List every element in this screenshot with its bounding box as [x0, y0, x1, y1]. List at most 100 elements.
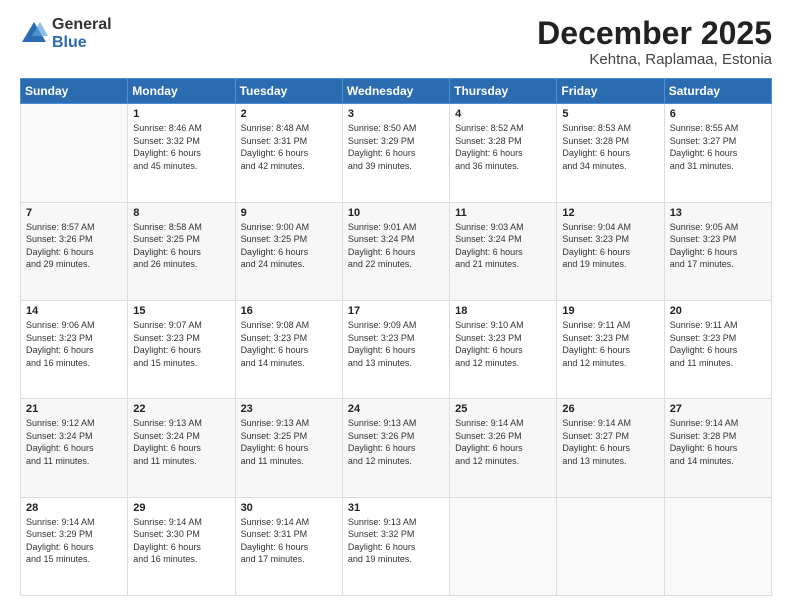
day-info: Sunrise: 8:58 AM Sunset: 3:25 PM Dayligh… [133, 221, 229, 271]
day-cell: 8 Sunrise: 8:58 AM Sunset: 3:25 PM Daylig… [128, 202, 235, 300]
week-row-1: 1Sunrise: 8:46 AM Sunset: 3:32 PM Daylig… [21, 104, 772, 202]
day-number: 8 [133, 207, 229, 219]
col-header-wednesday: Wednesday [342, 79, 449, 104]
day-info: Sunrise: 9:06 AM Sunset: 3:23 PM Dayligh… [26, 319, 122, 369]
day-info: Sunrise: 9:01 AM Sunset: 3:24 PM Dayligh… [348, 221, 444, 271]
day-info: Sunrise: 9:10 AM Sunset: 3:23 PM Dayligh… [455, 319, 551, 369]
day-number: 2 [241, 108, 337, 120]
day-cell: 21 Sunrise: 9:12 AM Sunset: 3:24 PM Dayli… [21, 399, 128, 497]
day-cell: 25 Sunrise: 9:14 AM Sunset: 3:26 PM Dayli… [450, 399, 557, 497]
day-cell: 13Sunrise: 9:05 AM Sunset: 3:23 PM Dayli… [664, 202, 771, 300]
week-row-3: 14 Sunrise: 9:06 AM Sunset: 3:23 PM Dayli… [21, 300, 772, 398]
day-cell [557, 497, 664, 595]
day-number: 26 [562, 403, 658, 415]
day-info: Sunrise: 8:52 AM Sunset: 3:28 PM Dayligh… [455, 122, 551, 172]
day-info: Sunrise: 8:50 AM Sunset: 3:29 PM Dayligh… [348, 122, 444, 172]
day-cell: 11Sunrise: 9:03 AM Sunset: 3:24 PM Dayli… [450, 202, 557, 300]
day-number: 10 [348, 207, 444, 219]
subtitle: Kehtna, Raplamaa, Estonia [537, 51, 772, 68]
day-number: 16 [241, 305, 337, 317]
day-number: 4 [455, 108, 551, 120]
day-cell: 17 Sunrise: 9:09 AM Sunset: 3:23 PM Dayli… [342, 300, 449, 398]
calendar-body: 1Sunrise: 8:46 AM Sunset: 3:32 PM Daylig… [21, 104, 772, 596]
day-info: Sunrise: 9:00 AM Sunset: 3:25 PM Dayligh… [241, 221, 337, 271]
day-cell [664, 497, 771, 595]
logo: General Blue [20, 16, 112, 51]
day-cell: 16 Sunrise: 9:08 AM Sunset: 3:23 PM Dayli… [235, 300, 342, 398]
day-info: Sunrise: 9:13 AM Sunset: 3:26 PM Dayligh… [348, 417, 444, 467]
header: General Blue December 2025 Kehtna, Rapla… [20, 16, 772, 68]
day-number: 28 [26, 502, 122, 514]
day-number: 9 [241, 207, 337, 219]
day-cell: 31 Sunrise: 9:13 AM Sunset: 3:32 PM Dayli… [342, 497, 449, 595]
day-number: 5 [562, 108, 658, 120]
day-info: Sunrise: 9:11 AM Sunset: 3:23 PM Dayligh… [670, 319, 766, 369]
day-cell [450, 497, 557, 595]
logo-text: General Blue [52, 16, 112, 51]
logo-general: General [52, 16, 112, 34]
week-row-5: 28 Sunrise: 9:14 AM Sunset: 3:29 PM Dayli… [21, 497, 772, 595]
day-info: Sunrise: 9:08 AM Sunset: 3:23 PM Dayligh… [241, 319, 337, 369]
logo-blue: Blue [52, 34, 112, 52]
day-cell: 2 Sunrise: 8:48 AM Sunset: 3:31 PM Daylig… [235, 104, 342, 202]
day-cell: 5Sunrise: 8:53 AM Sunset: 3:28 PM Daylig… [557, 104, 664, 202]
day-number: 20 [670, 305, 766, 317]
day-info: Sunrise: 8:48 AM Sunset: 3:31 PM Dayligh… [241, 122, 337, 172]
day-info: Sunrise: 9:03 AM Sunset: 3:24 PM Dayligh… [455, 221, 551, 271]
week-row-2: 7 Sunrise: 8:57 AM Sunset: 3:26 PM Daylig… [21, 202, 772, 300]
day-cell: 30Sunrise: 9:14 AM Sunset: 3:31 PM Dayli… [235, 497, 342, 595]
day-number: 27 [670, 403, 766, 415]
day-info: Sunrise: 9:14 AM Sunset: 3:29 PM Dayligh… [26, 516, 122, 566]
day-cell: 26Sunrise: 9:14 AM Sunset: 3:27 PM Dayli… [557, 399, 664, 497]
day-number: 1 [133, 108, 229, 120]
day-info: Sunrise: 9:14 AM Sunset: 3:28 PM Dayligh… [670, 417, 766, 467]
day-info: Sunrise: 9:13 AM Sunset: 3:25 PM Dayligh… [241, 417, 337, 467]
calendar-table: SundayMondayTuesdayWednesdayThursdayFrid… [20, 78, 772, 596]
day-cell: 12Sunrise: 9:04 AM Sunset: 3:23 PM Dayli… [557, 202, 664, 300]
day-cell: 22 Sunrise: 9:13 AM Sunset: 3:24 PM Dayli… [128, 399, 235, 497]
day-number: 21 [26, 403, 122, 415]
page: General Blue December 2025 Kehtna, Rapla… [0, 0, 792, 612]
day-info: Sunrise: 9:13 AM Sunset: 3:32 PM Dayligh… [348, 516, 444, 566]
col-header-thursday: Thursday [450, 79, 557, 104]
day-cell: 4 Sunrise: 8:52 AM Sunset: 3:28 PM Daylig… [450, 104, 557, 202]
logo-icon [20, 20, 48, 48]
title-block: December 2025 Kehtna, Raplamaa, Estonia [537, 16, 772, 68]
day-cell [21, 104, 128, 202]
col-header-tuesday: Tuesday [235, 79, 342, 104]
day-cell: 23Sunrise: 9:13 AM Sunset: 3:25 PM Dayli… [235, 399, 342, 497]
day-cell: 19 Sunrise: 9:11 AM Sunset: 3:23 PM Dayli… [557, 300, 664, 398]
day-cell: 28 Sunrise: 9:14 AM Sunset: 3:29 PM Dayli… [21, 497, 128, 595]
day-number: 17 [348, 305, 444, 317]
day-info: Sunrise: 8:57 AM Sunset: 3:26 PM Dayligh… [26, 221, 122, 271]
day-number: 3 [348, 108, 444, 120]
day-number: 30 [241, 502, 337, 514]
main-title: December 2025 [537, 16, 772, 51]
day-cell: 18Sunrise: 9:10 AM Sunset: 3:23 PM Dayli… [450, 300, 557, 398]
day-info: Sunrise: 9:13 AM Sunset: 3:24 PM Dayligh… [133, 417, 229, 467]
day-info: Sunrise: 9:05 AM Sunset: 3:23 PM Dayligh… [670, 221, 766, 271]
day-number: 29 [133, 502, 229, 514]
header-row: SundayMondayTuesdayWednesdayThursdayFrid… [21, 79, 772, 104]
day-cell: 1Sunrise: 8:46 AM Sunset: 3:32 PM Daylig… [128, 104, 235, 202]
day-number: 31 [348, 502, 444, 514]
day-info: Sunrise: 9:09 AM Sunset: 3:23 PM Dayligh… [348, 319, 444, 369]
day-info: Sunrise: 9:14 AM Sunset: 3:30 PM Dayligh… [133, 516, 229, 566]
day-number: 14 [26, 305, 122, 317]
day-number: 24 [348, 403, 444, 415]
week-row-4: 21 Sunrise: 9:12 AM Sunset: 3:24 PM Dayli… [21, 399, 772, 497]
day-number: 15 [133, 305, 229, 317]
day-info: Sunrise: 9:14 AM Sunset: 3:26 PM Dayligh… [455, 417, 551, 467]
day-cell: 9 Sunrise: 9:00 AM Sunset: 3:25 PM Daylig… [235, 202, 342, 300]
day-number: 22 [133, 403, 229, 415]
day-number: 19 [562, 305, 658, 317]
day-info: Sunrise: 9:11 AM Sunset: 3:23 PM Dayligh… [562, 319, 658, 369]
day-info: Sunrise: 8:55 AM Sunset: 3:27 PM Dayligh… [670, 122, 766, 172]
calendar-header: SundayMondayTuesdayWednesdayThursdayFrid… [21, 79, 772, 104]
day-info: Sunrise: 9:12 AM Sunset: 3:24 PM Dayligh… [26, 417, 122, 467]
day-number: 7 [26, 207, 122, 219]
day-number: 25 [455, 403, 551, 415]
day-info: Sunrise: 9:04 AM Sunset: 3:23 PM Dayligh… [562, 221, 658, 271]
day-cell: 7 Sunrise: 8:57 AM Sunset: 3:26 PM Daylig… [21, 202, 128, 300]
day-cell: 10 Sunrise: 9:01 AM Sunset: 3:24 PM Dayli… [342, 202, 449, 300]
